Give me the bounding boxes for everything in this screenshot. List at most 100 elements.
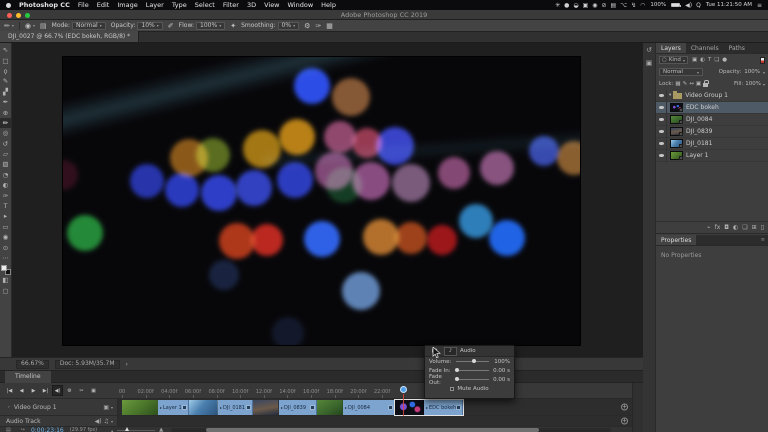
minimize-window-button[interactable] xyxy=(16,12,21,18)
wifi-icon[interactable]: ◠ xyxy=(640,2,645,9)
lock-all-icon[interactable] xyxy=(703,80,710,87)
document-tab[interactable]: DJI_0027 @ 66.7% (EDC bokeh, RGB/8) * xyxy=(0,31,140,42)
pen-tool[interactable]: ✑ xyxy=(0,190,11,200)
layer-visibility-toggle[interactable] xyxy=(656,125,667,138)
render-video-icon[interactable]: ▤ xyxy=(6,427,11,432)
menu-item-help[interactable]: Help xyxy=(321,1,336,9)
group-expand-icon[interactable]: ▾ xyxy=(669,93,671,98)
layer-name[interactable]: Layer 1 xyxy=(686,152,708,159)
layer-row[interactable]: DJI_0181 xyxy=(656,137,768,150)
fade-in-slider-knob[interactable] xyxy=(454,368,459,372)
dodge-tool[interactable]: ◐ xyxy=(0,180,11,190)
apple-icon[interactable] xyxy=(6,2,11,8)
status-chevron-icon[interactable]: › xyxy=(126,361,128,368)
lock-artboard-icon[interactable]: ▣ xyxy=(696,81,701,87)
layer-name[interactable]: DJI_0839 xyxy=(686,128,712,135)
app-status-icon-3[interactable]: ◒ xyxy=(573,2,578,9)
marquee-tool[interactable]: □ xyxy=(0,55,11,65)
volume-slider-knob[interactable] xyxy=(472,359,477,363)
track-expander-icon[interactable]: › xyxy=(8,405,10,410)
layer-row[interactable]: EDC bokeh xyxy=(656,101,768,114)
lock-transparency-icon[interactable]: ▦ xyxy=(675,81,680,87)
hand-tool[interactable]: ◉ xyxy=(0,232,11,242)
flatten-frames-icon[interactable]: ↪ xyxy=(21,427,25,432)
layer-thumbnail[interactable] xyxy=(670,115,683,124)
app-status-icon-5[interactable]: ◉ xyxy=(592,2,597,9)
filter-smart-icon[interactable]: ● xyxy=(722,57,727,63)
collapsed-panel-icon[interactable]: ▣ xyxy=(646,59,653,67)
new-layer-icon[interactable]: ⊞ xyxy=(752,224,757,231)
timeline-zoom-slider[interactable] xyxy=(117,427,156,432)
timeline-clip[interactable]: ▸ EDC bokeh xyxy=(394,399,464,416)
layer-filter-kind-select[interactable]: ○ Kind ▾ xyxy=(659,56,688,64)
fade-in-value[interactable]: 0.00 s xyxy=(492,368,510,374)
layer-name[interactable]: Video Group 1 xyxy=(685,92,728,99)
eyedropper-tool[interactable]: ✒ xyxy=(0,97,11,107)
app-status-icon-1[interactable]: ✳ xyxy=(555,2,560,9)
video-track-content[interactable]: ▸ Layer 1 ▸ DJI_0181 ▸ DJI_0839 ▸ DJI_0084 ▸ EDC … xyxy=(118,399,632,416)
transition-slot-icon[interactable] xyxy=(182,405,187,410)
keyboard-icon[interactable]: ⌥ xyxy=(620,2,627,9)
menu-item-select[interactable]: Select xyxy=(195,1,215,9)
audio-track-content[interactable] xyxy=(118,416,632,426)
layer-visibility-toggle[interactable] xyxy=(656,113,667,126)
fill-value[interactable]: 100% xyxy=(745,81,761,87)
brush-angle-icon[interactable]: ✑ xyxy=(315,22,321,30)
audio-note-icon[interactable]: ♫ xyxy=(104,418,109,425)
canvas-pasteboard[interactable] xyxy=(12,43,643,357)
layer-name[interactable]: DJI_0084 xyxy=(686,116,712,123)
next-frame-button[interactable]: ▶| xyxy=(40,385,51,396)
zoom-tool[interactable]: ⊙ xyxy=(0,242,11,252)
gradient-tool[interactable]: ▧ xyxy=(0,159,11,169)
doc-size-readout[interactable]: Doc: 5.93M/35.7M xyxy=(54,359,120,369)
playhead-handle[interactable] xyxy=(400,386,407,393)
filter-adjustment-icon[interactable]: ◐ xyxy=(700,57,705,63)
history-panel-icon[interactable]: ↺ xyxy=(646,46,652,54)
shape-tool[interactable]: ▭ xyxy=(0,222,11,232)
panel-menu-icon[interactable]: ≡ xyxy=(761,235,768,245)
zoom-slider-thumb[interactable] xyxy=(125,427,130,432)
brush-preset-icon[interactable]: ◉ xyxy=(25,22,31,30)
menu-item-type[interactable]: Type xyxy=(172,1,187,9)
menu-item-file[interactable]: File xyxy=(78,1,89,9)
video-track-header[interactable]: › Video Group 1 ▣ ▾ xyxy=(0,399,118,415)
layer-thumbnail[interactable] xyxy=(670,127,683,136)
timeline-scrollbar[interactable] xyxy=(171,428,612,432)
symmetry-icon[interactable]: ▦ xyxy=(326,22,333,30)
lock-position-icon[interactable]: ↔ xyxy=(689,81,694,87)
layer-thumbnail[interactable] xyxy=(670,103,683,112)
zoom-level-field[interactable]: 66.67% xyxy=(16,359,49,369)
history-brush-tool[interactable]: ↺ xyxy=(0,139,11,149)
healing-brush-tool[interactable]: ⊕ xyxy=(0,107,11,117)
document-canvas[interactable] xyxy=(62,56,581,346)
layer-name[interactable]: EDC bokeh xyxy=(686,104,719,111)
menu-item-layer[interactable]: Layer xyxy=(146,1,164,9)
audio-mute-icon[interactable]: ◀) xyxy=(95,418,102,425)
layer-effects-icon[interactable]: fx xyxy=(715,224,721,231)
audio-track-header[interactable]: Audio Track ◀) ♫ ▾ xyxy=(0,416,118,426)
filter-pixel-icon[interactable]: ▣ xyxy=(692,57,697,63)
brush-panel-toggle-icon[interactable]: ▤ xyxy=(40,22,47,30)
tab-properties[interactable]: Properties xyxy=(656,235,697,245)
flow-field[interactable]: 100% ▾ xyxy=(196,21,226,30)
layer-row[interactable]: ▾ Video Group 1 xyxy=(656,89,768,102)
smoothing-field[interactable]: 0% ▾ xyxy=(277,21,300,30)
fade-in-slider[interactable] xyxy=(454,368,489,372)
track-filmstrip-icon[interactable]: ▣ xyxy=(103,404,109,411)
app-status-icon-2[interactable]: ● xyxy=(564,2,569,9)
smoothing-options-gear-icon[interactable]: ⚙ xyxy=(304,22,310,30)
crop-tool[interactable]: ▞ xyxy=(0,87,11,97)
layer-visibility-toggle[interactable] xyxy=(656,89,667,102)
layer-thumbnail[interactable] xyxy=(670,139,683,148)
layer-filter-toggle-icon[interactable] xyxy=(760,56,765,64)
opacity-field[interactable]: 10% ▾ xyxy=(137,21,163,30)
split-clip-button[interactable]: ✂ xyxy=(76,385,87,396)
layer-row[interactable]: Layer 1 xyxy=(656,149,768,162)
volume-slider[interactable] xyxy=(456,359,489,363)
layer-row[interactable]: DJI_0839 xyxy=(656,125,768,138)
timeline-settings-button[interactable]: ⚙ xyxy=(64,385,75,396)
menu-clock[interactable]: Tue 11:21:50 AM xyxy=(706,2,752,8)
volume-value[interactable]: 100% xyxy=(492,359,510,365)
color-swatches[interactable] xyxy=(0,265,11,276)
airbrush-icon[interactable]: ✦ xyxy=(230,22,236,30)
